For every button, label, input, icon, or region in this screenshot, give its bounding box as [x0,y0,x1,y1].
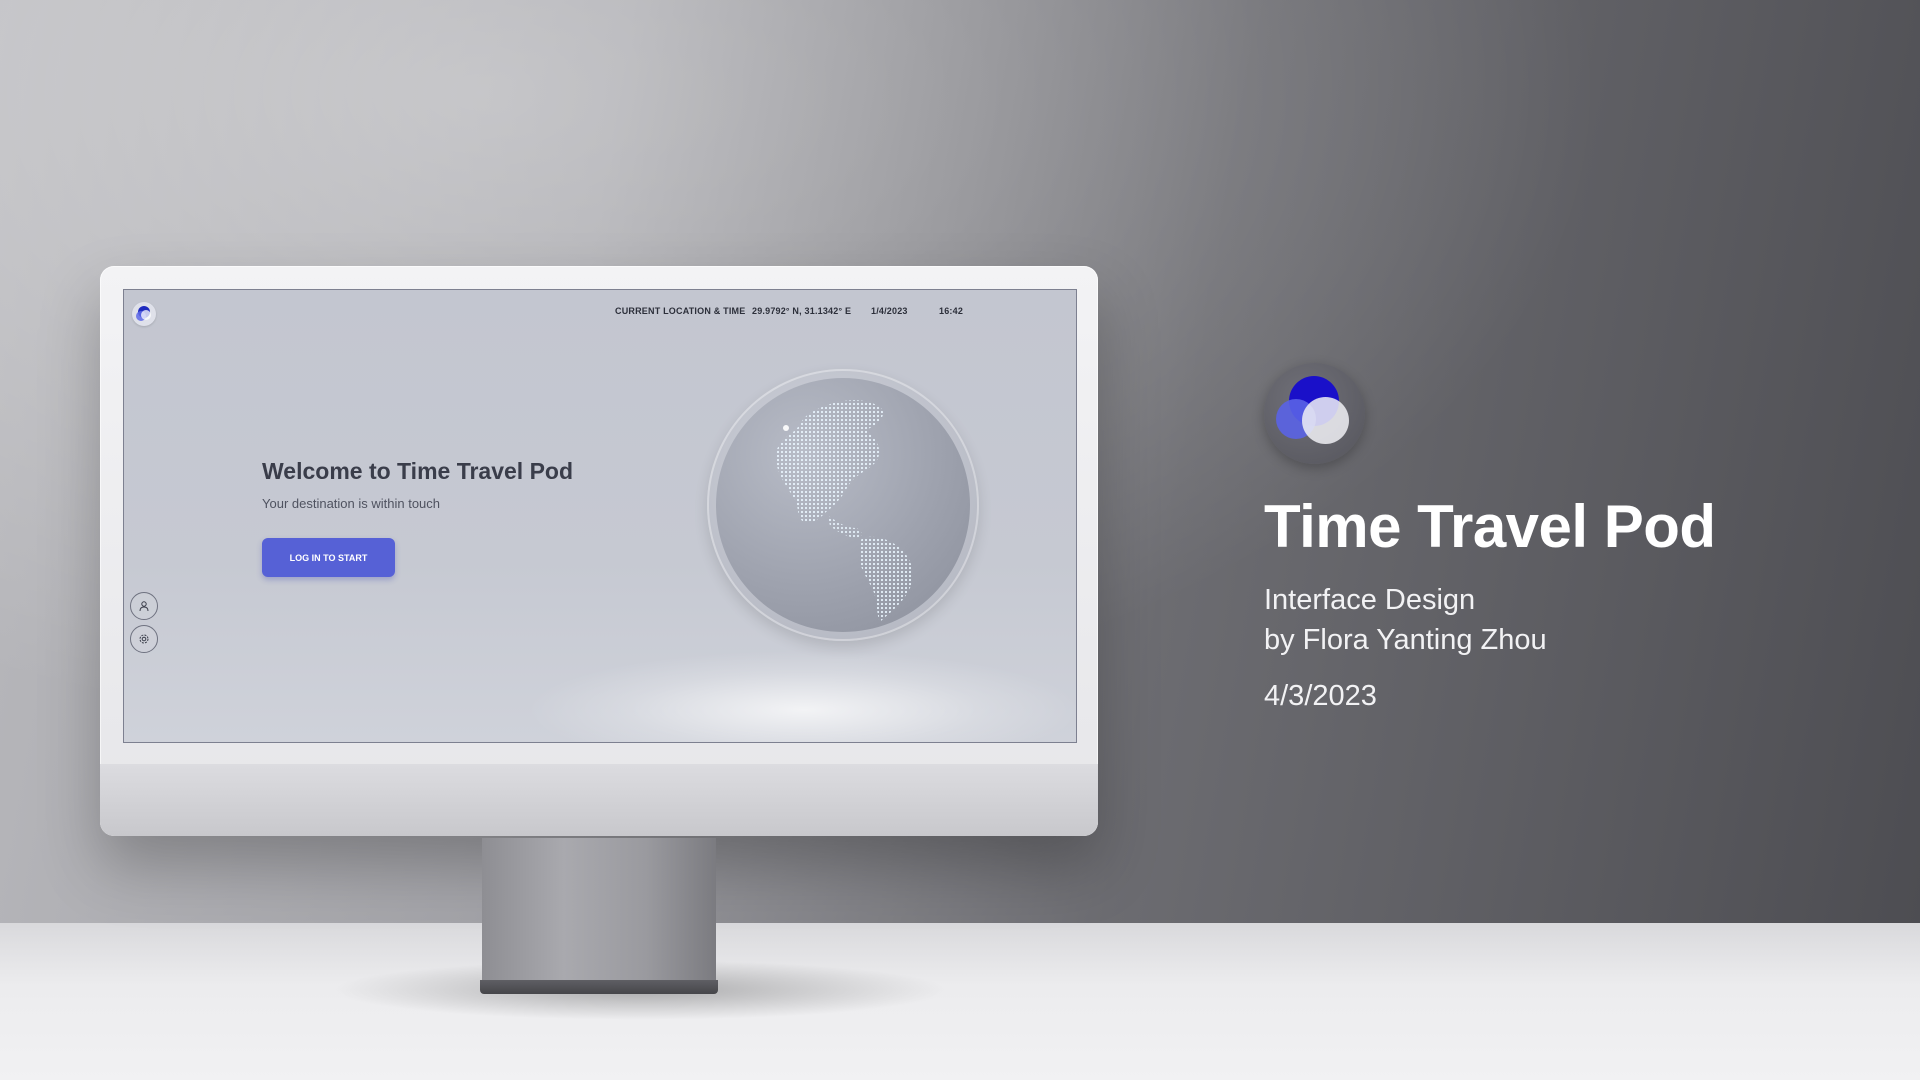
brand-logo-icon [1264,363,1365,464]
welcome-title: Welcome to Time Travel Pod [262,458,574,484]
presentation-title: Time Travel Pod [1264,493,1716,560]
monitor-stand [482,838,716,983]
location-time-label: CURRENT LOCATION & TIME [615,306,746,316]
welcome-subtitle: Your destination is within touch [262,496,441,511]
user-icon[interactable] [130,592,158,620]
settings-icon[interactable] [130,625,158,653]
presentation-date: 4/3/2023 [1264,680,1377,712]
time-readout: 16:42 [939,306,964,316]
presentation-subtitle: Interface Design [1264,584,1476,616]
presentation-author: by Flora Yanting Zhou [1264,624,1547,656]
coordinates-readout: 29.9792° N, 31.1342° E [752,306,852,316]
monitor-stand-foot [480,980,718,994]
login-button[interactable]: LOG IN TO START [262,538,395,577]
date-readout: 1/4/2023 [871,306,908,316]
status-bar: CURRENT LOCATION & TIME 29.9792° N, 31.1… [124,306,1076,320]
app-screen: CURRENT LOCATION & TIME 29.9792° N, 31.1… [123,289,1077,743]
monitor-chin [100,764,1098,836]
globe-icon[interactable] [716,378,970,632]
floor [0,923,1920,1080]
screen-floor-light [524,650,1076,742]
